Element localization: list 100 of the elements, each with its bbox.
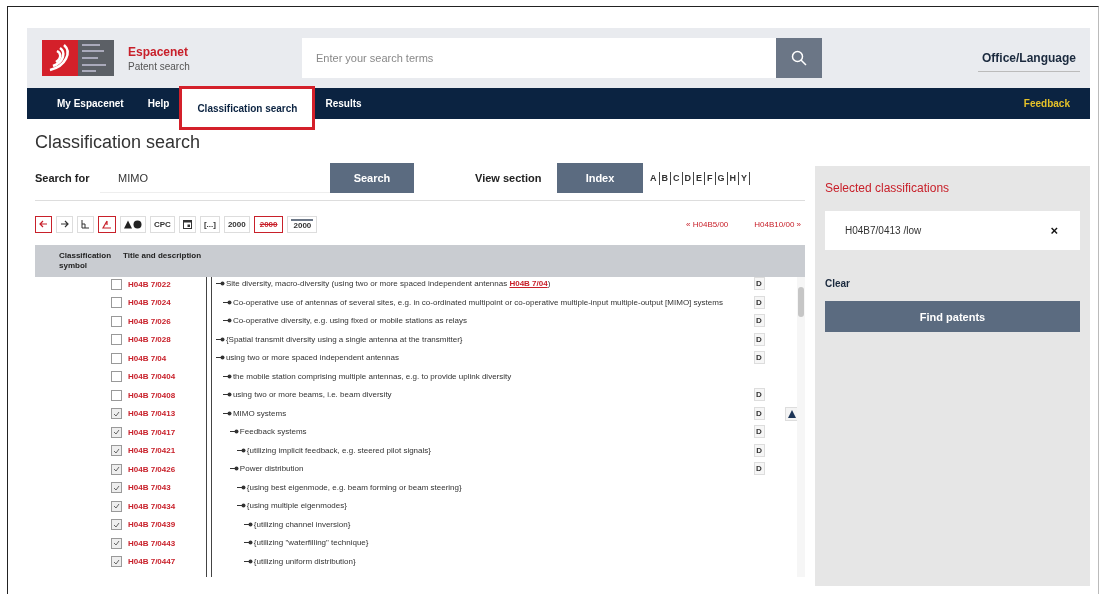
toolbar-button[interactable]: CPC [150,215,175,233]
classification-description: {utilizing implicit feedback, e.g. steered pilot signals} [246,444,431,456]
checkbox[interactable] [111,482,122,493]
calendar-icon [182,219,192,229]
toolbar-button[interactable]: 2000 [253,215,284,233]
classification-description: Co-operative use of antennas of several sites, e.g. in co-ordinated multipoint or co-operative multiple-input multiple-output [MIMO] systems [232,296,723,308]
classification-description: MIMO systems [232,407,287,419]
tree-connector-icon [236,484,246,490]
index-button[interactable]: Index [557,163,643,193]
classification-code-link[interactable]: H04B 7/024 [128,298,171,307]
checkbox[interactable] [111,278,122,290]
section-letter-link[interactable]: G [715,171,728,185]
classification-link[interactable]: H04B 7/04 [509,279,548,288]
checkbox[interactable] [111,334,122,345]
definition-button[interactable]: D [753,332,765,346]
nav-tab[interactable]: Results [313,88,374,119]
checkbox[interactable] [111,426,122,438]
definition-button[interactable]: D [753,406,765,420]
classification-description: Site diversity, macro-diversity (using two or more spaced independent antennas H04B 7/04) [225,278,551,289]
classification-code-link[interactable]: H04B 7/0421 [128,446,176,455]
classification-description: {utilizing channel inversion} [253,518,351,530]
search-button[interactable] [776,38,822,78]
classification-code-link[interactable]: H04B 7/0408 [128,390,176,400]
classification-code-link[interactable]: H04B 7/0413 [128,409,176,418]
feedback-link[interactable]: Feedback [1023,88,1090,119]
nav-tab[interactable]: My Espacenet [45,88,136,119]
classification-description: {using multiple eigenmodes} [246,500,347,511]
checkmark-icon [113,503,120,509]
brand-subtitle: Patent search [128,60,191,72]
definition-button[interactable]: D [753,277,765,290]
checkbox[interactable] [111,537,122,549]
brand-name[interactable]: Espacenet [128,44,302,59]
nav-tab[interactable]: Classification search [181,88,314,128]
classification-description: {utilizing uniform distribution} [253,555,356,567]
definition-button[interactable]: D [753,295,765,309]
classification-code-link[interactable]: H04B 7/026 [128,316,171,326]
section-letter-link[interactable]: Y [739,171,751,185]
scrollbar[interactable] [797,277,805,577]
section-letter-link[interactable]: C [671,171,683,185]
search-field[interactable]: Enter your search terms [302,38,776,78]
forward-arrow-button[interactable] [56,215,73,233]
classification-description: {utilizing "waterfilling" technique} [253,537,369,548]
warnings-button[interactable] [120,215,146,233]
tree-connector-icon [222,373,232,379]
tree-connector-icon [215,281,225,286]
clear-link[interactable]: Clear [825,278,850,289]
checkbox[interactable] [111,297,122,308]
checkbox[interactable] [111,371,122,382]
section-letter-link[interactable]: H [727,171,740,185]
find-patents-button[interactable]: Find patents [825,301,1080,332]
checkbox[interactable] [111,556,122,567]
checkbox[interactable] [111,445,122,456]
section-letter-link[interactable]: D [682,171,694,185]
classification-code-link[interactable]: H04B 7/0434 [128,501,176,511]
checkbox[interactable] [111,408,122,419]
toolbar-button[interactable]: [...] [199,215,220,233]
section-letter-link[interactable]: A [648,171,660,185]
definition-button[interactable]: D [753,443,765,457]
office-language-dropdown[interactable]: Office/Language [978,44,1080,72]
checkbox[interactable] [111,519,122,530]
definition-button[interactable]: D [753,351,765,364]
checkbox[interactable] [111,389,122,401]
definition-button[interactable]: D [753,425,765,438]
classification-code-link[interactable]: H04B 7/028 [128,335,171,344]
nav-tab[interactable]: Help [135,88,182,119]
previous-class-link[interactable]: « H04B5/00 [686,219,729,229]
classification-description: Power distribution [239,463,304,474]
search-icon [791,50,807,66]
section-letter-link[interactable]: B [659,171,671,185]
section-letter-link[interactable]: E [694,171,705,185]
next-class-link[interactable]: H04B10/00 » [754,219,801,229]
classification-code-link[interactable]: H04B 7/0404 [128,372,176,381]
classification-description: using two or more beams, i.e. beam diversity [232,389,392,400]
close-button[interactable]: × [1050,223,1058,238]
definition-button[interactable]: D [753,314,765,327]
classification-code-link[interactable]: H04B 7/04 [128,353,167,363]
classification-code-link[interactable]: H04B 7/0447 [128,557,176,566]
tree-connector-icon [215,355,225,360]
back-arrow-button[interactable] [35,215,52,233]
classification-code-link[interactable]: H04B 7/0443 [128,538,176,548]
section-letter-link[interactable]: F [705,171,716,185]
checkbox[interactable] [111,315,122,327]
definition-button[interactable]: D [753,388,765,401]
toolbar-button[interactable]: 2000 [287,215,318,233]
tree-view-button[interactable] [98,215,116,233]
classification-code-link[interactable]: H04B 7/043 [128,483,171,492]
column-header: Classification symbol [59,251,112,271]
definition-button[interactable]: D [753,462,765,475]
hierarchy-icon [102,219,112,229]
classification-code-link[interactable]: H04B 7/0439 [128,520,176,529]
checkbox[interactable] [111,463,122,475]
classification-code-link[interactable]: H04B 7/0426 [128,464,176,474]
classification-code-link[interactable]: H04B 7/0417 [128,427,176,437]
tree-connector-icon [243,540,253,545]
checkbox[interactable] [111,352,122,364]
classification-code-link[interactable]: H04B 7/022 [128,279,171,289]
checkbox[interactable] [111,500,122,512]
calendar-button[interactable] [178,215,196,233]
toolbar-button[interactable]: 2000 [223,215,250,233]
search-button[interactable]: Search [330,163,414,193]
